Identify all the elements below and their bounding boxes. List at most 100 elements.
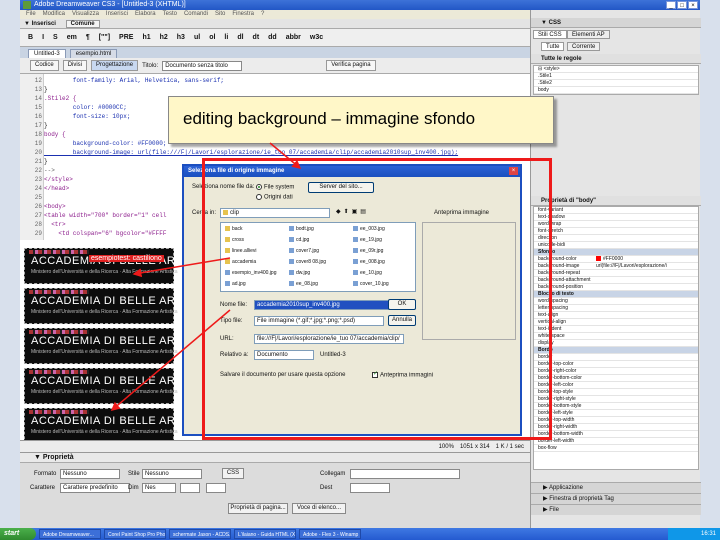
- code-line[interactable]: body {: [44, 130, 66, 139]
- tab-css-styles[interactable]: Stili CSS: [533, 30, 567, 39]
- window-size[interactable]: 1051 x 314: [460, 444, 490, 450]
- unit-select[interactable]: [180, 483, 200, 493]
- css-property[interactable]: background-image url(file:///F|/Lavori/es…: [534, 263, 698, 270]
- code-line[interactable]: .Stile2 {: [44, 94, 76, 103]
- code-line[interactable]: }: [44, 85, 48, 94]
- menu-item[interactable]: Visualizza: [72, 10, 99, 19]
- insert-tab-common[interactable]: Comune: [65, 20, 100, 28]
- format-button[interactable]: h3: [177, 34, 185, 41]
- link-input[interactable]: [350, 469, 460, 479]
- css-property[interactable]: border-right-color: [534, 368, 698, 375]
- code-line[interactable]: }: [44, 157, 48, 166]
- close-button[interactable]: ×: [688, 1, 698, 9]
- css-property[interactable]: letter-spacing: [534, 305, 698, 312]
- code-line[interactable]: }: [44, 121, 48, 130]
- menu-item[interactable]: Testo: [163, 10, 177, 19]
- format-button[interactable]: B: [28, 34, 33, 41]
- css-property[interactable]: border-bottom-color: [534, 375, 698, 382]
- format-button[interactable]: dl: [237, 34, 243, 41]
- menu-item[interactable]: Modifica: [43, 10, 65, 19]
- format-button[interactable]: h1: [142, 34, 150, 41]
- code-line[interactable]: color: #0000CC;: [44, 103, 127, 112]
- css-panel-header[interactable]: ▼ CSS: [531, 18, 701, 28]
- menu-item[interactable]: ?: [261, 10, 264, 19]
- design-header-banner[interactable]: ACCADEMIA DI BELLE ARTI PALERMOMinistero…: [24, 408, 246, 440]
- css-property[interactable]: direction: [534, 235, 698, 242]
- menu-item[interactable]: Elabora: [135, 10, 156, 19]
- css-property[interactable]: border-top-color: [534, 361, 698, 368]
- css-property[interactable]: unicode-bidi: [534, 242, 698, 249]
- css-property[interactable]: vertical-align: [534, 319, 698, 326]
- taskbar-item[interactable]: L'ilaiano - Guida HTML (X...: [234, 529, 296, 539]
- css-property[interactable]: border-left-style: [534, 410, 698, 417]
- css-property[interactable]: background-attachment: [534, 277, 698, 284]
- mode-current[interactable]: Corrente: [567, 42, 601, 51]
- css-property[interactable]: white-space: [534, 333, 698, 340]
- format-button[interactable]: li: [224, 34, 228, 41]
- css-property[interactable]: border: [534, 354, 698, 361]
- panel-application[interactable]: ▶ Applicazione: [531, 482, 701, 493]
- taskbar-item[interactable]: schermate Jason - ACDS...: [169, 529, 231, 539]
- css-property[interactable]: background-color #FF0000: [534, 256, 698, 263]
- validate-button[interactable]: Verifica pagina: [326, 60, 376, 71]
- minimize-button[interactable]: _: [666, 1, 676, 9]
- code-line[interactable]: <td colspan="6" bgcolor="#FFFF: [44, 229, 166, 238]
- format-select[interactable]: Nessuno: [60, 469, 120, 479]
- list-item-button[interactable]: Voce di elenco...: [292, 503, 346, 514]
- css-property[interactable]: word-wrap: [534, 221, 698, 228]
- taskbar-item[interactable]: Adobe Dreamweaver...: [39, 529, 101, 539]
- format-button[interactable]: abbr: [286, 34, 301, 41]
- design-header-banner[interactable]: ACCADEMIA DI BELLE ARTI PALERMOMinistero…: [24, 248, 246, 284]
- target-select[interactable]: [350, 483, 390, 493]
- code-line[interactable]: </head>: [44, 184, 69, 193]
- format-button[interactable]: dt: [253, 34, 260, 41]
- code-line[interactable]: <table width="700" border="1" cell: [44, 211, 166, 220]
- menu-item[interactable]: File: [26, 10, 36, 19]
- code-line[interactable]: font-size: 10px;: [44, 112, 131, 121]
- css-property[interactable]: border-right-style: [534, 396, 698, 403]
- menu-item[interactable]: Comandi: [184, 10, 208, 19]
- tab-untitled-3[interactable]: Untitled-3: [28, 49, 66, 58]
- code-line[interactable]: -->: [44, 166, 55, 175]
- design-header-banner[interactable]: ACCADEMIA DI BELLE ARTI PALERMOMinistero…: [24, 288, 246, 324]
- css-property[interactable]: background-position: [534, 284, 698, 291]
- taskbar-item[interactable]: Adobe - Flex 3 - Winamp: [299, 529, 361, 539]
- format-button[interactable]: [""]: [99, 34, 110, 41]
- menu-item[interactable]: Sito: [215, 10, 225, 19]
- maximize-button[interactable]: □: [677, 1, 687, 9]
- code-line[interactable]: <body>: [44, 202, 66, 211]
- css-property[interactable]: background-repeat: [534, 270, 698, 277]
- zoom-level[interactable]: 100%: [439, 444, 454, 450]
- page-properties-button[interactable]: Proprietà di pagina...: [228, 503, 288, 514]
- split-view-button[interactable]: Divisi: [62, 60, 88, 71]
- css-button[interactable]: CSS: [222, 468, 244, 479]
- format-button[interactable]: dd: [268, 34, 277, 41]
- format-button[interactable]: ul: [194, 34, 200, 41]
- css-property[interactable]: text-align: [534, 312, 698, 319]
- taskbar-item[interactable]: Corel Paint Shop Pro Pho...: [104, 529, 166, 539]
- css-property-value[interactable]: url(file:///F|/Lavori/esplorazione/i: [596, 263, 667, 270]
- format-button[interactable]: I: [42, 34, 44, 41]
- start-button[interactable]: start: [0, 528, 36, 540]
- css-property[interactable]: border-left-color: [534, 382, 698, 389]
- css-category[interactable]: Bordo: [534, 347, 698, 354]
- menu-item[interactable]: Inserisci: [106, 10, 128, 19]
- code-line[interactable]: <tr>: [44, 220, 65, 229]
- format-button[interactable]: PRE: [119, 34, 133, 41]
- format-button[interactable]: h2: [160, 34, 168, 41]
- tab-ap-elements[interactable]: Elementi AP: [567, 30, 610, 39]
- font-select[interactable]: Carattere predefinito: [60, 483, 130, 493]
- css-property[interactable]: border-right-width: [534, 424, 698, 431]
- css-property[interactable]: text-indent: [534, 326, 698, 333]
- format-button[interactable]: S: [53, 34, 58, 41]
- code-line[interactable]: background-image: url(file:///F|/Lavori/…: [44, 148, 458, 157]
- properties-header[interactable]: ▼ Proprietà: [20, 453, 530, 463]
- css-category[interactable]: Blocco di testo: [534, 291, 698, 298]
- css-property[interactable]: border-bottom-width: [534, 431, 698, 438]
- title-input[interactable]: Documento senza titolo: [162, 60, 243, 71]
- css-property[interactable]: border-left-width: [534, 438, 698, 445]
- css-property[interactable]: font-stretch: [534, 228, 698, 235]
- menu-item[interactable]: Finestra: [232, 10, 254, 19]
- css-property-value[interactable]: #FF0000: [596, 256, 623, 263]
- style-select[interactable]: Nessuno: [142, 469, 202, 479]
